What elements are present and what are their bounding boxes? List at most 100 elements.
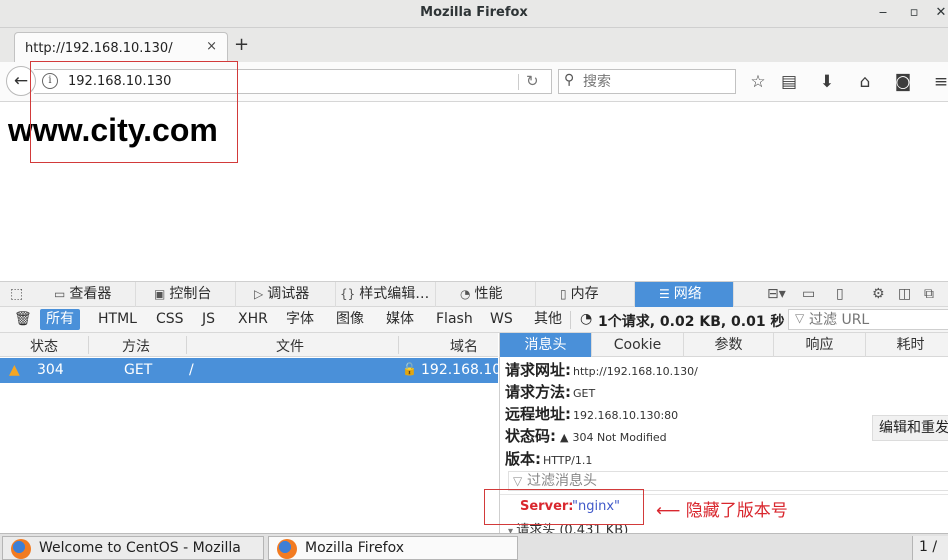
back-arrow-icon: ← [13,71,29,91]
table-row[interactable]: ▲ 304 GET / 🔓 192.168.10.1 [0,358,515,383]
edit-resend-button[interactable]: 编辑和重发 [872,415,948,441]
home-icon[interactable]: ⌂ [854,71,876,93]
separate-window-icon[interactable]: ⧉ [924,286,934,302]
filter-fonts[interactable]: 字体 [280,309,320,330]
url-filter-box[interactable]: ▽ [788,309,948,330]
tab-title: http://192.168.10.130/ [25,41,173,56]
minimize-button[interactable]: ‒ [874,4,892,22]
filter-html[interactable]: HTML [92,309,143,330]
tab-style-editor[interactable]: {} 样式编辑… [336,282,436,307]
new-tab-button[interactable]: + [234,34,249,55]
version-value: HTTP/1.1 [543,454,593,467]
filter-js[interactable]: JS [196,309,221,330]
request-method-label: 请求方法: [505,383,571,401]
status-code-value: 304 Not Modified [572,431,667,444]
filter-flash[interactable]: Flash [430,309,479,330]
tab-network-label: 网络 [673,286,702,302]
row-status: 304 [37,362,64,378]
reload-icon[interactable]: ↻ [526,72,539,90]
details-tabs: 消息头 Cookie 参数 响应 耗时 [499,333,948,357]
filter-ws[interactable]: WS [484,309,519,330]
annotation-arrow-icon: ⟵ [656,501,681,521]
remote-address-value: 192.168.10.130:80 [573,409,679,422]
tab-timings[interactable]: 耗时 [866,333,948,357]
filter-other[interactable]: 其他 [528,309,568,330]
pick-element-icon[interactable]: ⬚ [10,286,23,302]
taskbar-item-firefox[interactable]: Mozilla Firefox [268,536,518,560]
filter-separator [570,311,571,329]
split-console-icon[interactable]: ▭ [802,286,815,302]
responsive-design-icon[interactable]: ▯ [836,286,844,302]
filter-images[interactable]: 图像 [330,309,370,330]
highlight-box-server [484,489,644,525]
clear-requests-icon[interactable]: 🗑 [8,309,38,330]
tab-headers[interactable]: 消息头 [500,333,592,357]
tab-console[interactable]: ▣ 控制台 [136,282,236,307]
tab-params[interactable]: 参数 [684,333,774,357]
tab-memory[interactable]: ▯ 内存 [536,282,635,307]
highlight-box-url [30,61,238,163]
taskbar-item-welcome[interactable]: Welcome to CentOS - Mozilla Firefox [2,536,264,560]
remote-address-row: 远程地址: 192.168.10.130:80 [505,403,678,424]
tab-performance-label: 性能 [474,286,503,302]
annotation-note: ⟵ 隐藏了版本号 [656,496,788,521]
header-filter-box[interactable]: ▽ 过滤消息头 [508,471,948,491]
library-icon[interactable]: ▤ [778,71,800,93]
taskbar-item-label: Mozilla Firefox [305,540,405,556]
col-file[interactable]: 文件 [276,336,304,356]
version-label: 版本: [505,450,541,468]
filter-css[interactable]: CSS [150,309,190,330]
col-domain[interactable]: 域名 [450,336,478,356]
annotation-text: 隐藏了版本号 [685,501,788,521]
dock-side-icon[interactable]: ◫ [898,286,911,302]
bookmark-star-icon[interactable]: ☆ [747,71,769,93]
version-row: 版本: HTTP/1.1 [505,448,592,469]
tab-cookies[interactable]: Cookie [592,333,684,357]
tab-performance[interactable]: ◔ 性能 [436,282,536,307]
performance-analysis-icon[interactable]: ◔ [574,309,598,330]
tab-strip: http://192.168.10.130/ × [0,28,948,63]
filter-media[interactable]: 媒体 [380,309,420,330]
pocket-icon[interactable]: ◙ [892,71,914,93]
tab-debugger[interactable]: ▷ 调试器 [236,282,336,307]
request-method-value: GET [573,387,596,400]
header-filter-placeholder: 过滤消息头 [527,473,597,489]
col-method[interactable]: 方法 [122,336,150,356]
status-code-row: 状态码: ▲ 304 Not Modified [505,425,667,446]
request-summary: 1个请求, 0.02 KB, 0.01 秒 [598,314,785,330]
filter-xhr[interactable]: XHR [232,309,274,330]
maximize-button[interactable]: ▫ [905,4,923,22]
tab-debugger-label: 调试器 [267,286,310,302]
taskbar: Welcome to CentOS - Mozilla Firefox Mozi… [0,533,948,560]
tab-inspector[interactable]: ▭ 查看器 [36,282,136,307]
url-filter-input[interactable] [809,311,948,328]
request-url-row: 请求网址: http://192.168.10.130/ [505,359,698,380]
firefox-icon [277,539,297,559]
downloads-icon[interactable]: ⬇ [816,71,838,93]
close-window-button[interactable]: ✕ [932,4,948,22]
tab-close-icon[interactable]: × [206,39,217,54]
tab-network[interactable]: ☰ 网络 [635,282,734,307]
search-box[interactable]: ⚲ [558,69,736,94]
network-filter-bar: 🗑 所有 HTML CSS JS XHR 字体 图像 媒体 Flash WS 其… [0,307,948,333]
window-titlebar: Mozilla Firefox ‒ ▫ ✕ [0,0,948,28]
performance-icon: ◔ [460,287,471,301]
tab-style-editor-label: 样式编辑… [359,286,430,302]
menu-icon[interactable]: ≡ [930,71,948,93]
workspace-pager[interactable]: 1 / [912,536,948,560]
settings-gear-icon[interactable]: ⚙ [872,286,885,302]
filter-all[interactable]: 所有 [40,309,80,330]
row-file: / [189,362,194,378]
request-url-value: http://192.168.10.130/ [573,365,698,378]
tab-memory-label: 内存 [570,286,599,302]
search-icon: ⚲ [564,72,575,88]
browser-tab[interactable]: http://192.168.10.130/ × [14,32,228,63]
warning-icon: ▲ [560,431,569,444]
status-code-label: 状态码: [505,427,556,445]
dock-options-icon[interactable]: ⊟▾ [767,286,786,302]
inspector-icon: ▭ [54,287,66,301]
search-input[interactable] [583,72,731,91]
col-status[interactable]: 状态 [30,336,58,356]
tab-response[interactable]: 响应 [774,333,866,357]
row-method: GET [124,362,153,378]
